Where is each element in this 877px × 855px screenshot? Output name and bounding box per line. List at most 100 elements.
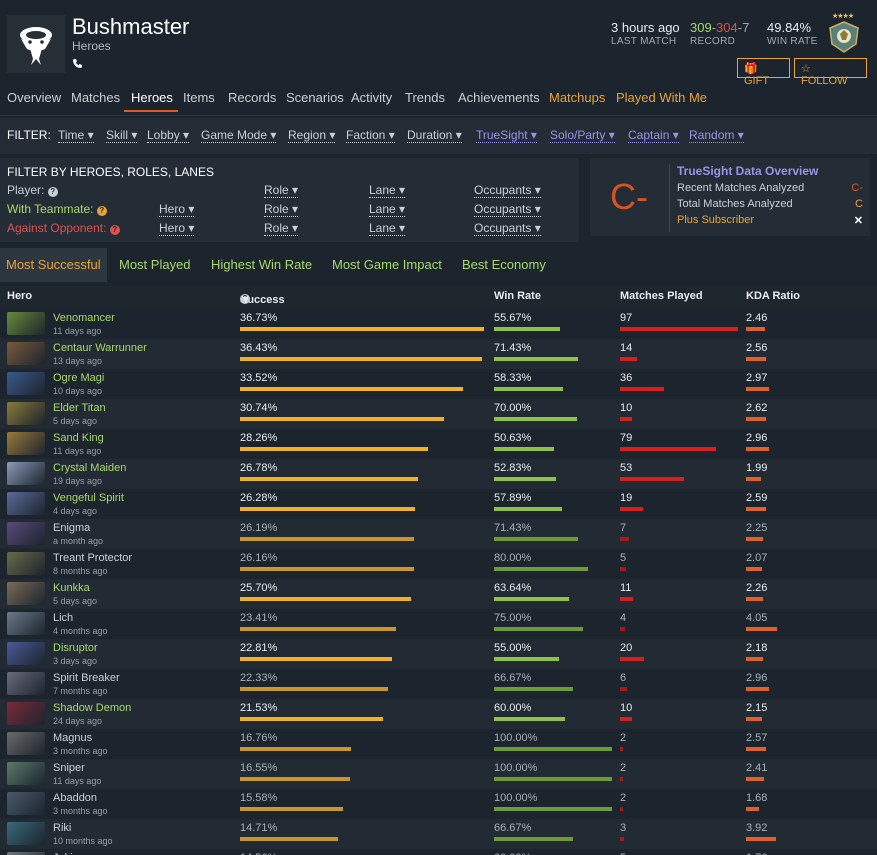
plus-subscriber-row[interactable]: Plus Subscriber ✕ [677,214,863,227]
filter-truesight[interactable]: TrueSight ▾ [476,128,537,143]
filter-captain[interactable]: Captain ▾ [628,128,679,143]
table-row[interactable]: Sand King 11 days ago 28.26% 50.63% 79 2.96 [0,429,877,459]
gift-button[interactable]: 🎁 GIFT [737,58,790,87]
follow-button[interactable]: ☆ FOLLOW [794,58,867,87]
filter-region[interactable]: Region ▾ [288,128,336,143]
hero-portrait-icon[interactable] [7,612,45,635]
table-row[interactable]: Elder Titan 5 days ago 30.74% 70.00% 10 2.62 [0,399,877,429]
hero-portrait-icon[interactable] [7,822,45,845]
tab-overview[interactable]: Overview [7,90,61,105]
table-row[interactable]: Sniper 11 days ago 16.55% 100.00% 2 2.41 [0,759,877,789]
hero-name[interactable]: Lich [53,612,73,624]
table-row[interactable]: Kunkka 5 days ago 25.70% 63.64% 11 2.26 [0,579,877,609]
filter-skill[interactable]: Skill ▾ [106,128,138,143]
tab-highest-win-rate[interactable]: Highest Win Rate [205,248,318,282]
help-icon[interactable]: ? [96,206,107,216]
hero-portrait-icon[interactable] [7,462,45,485]
win-rate-column-header[interactable]: Win Rate [494,290,541,302]
table-row[interactable]: Jakiro14.56%60.00%51.76 [0,849,877,855]
hero-portrait-icon[interactable] [7,342,45,365]
hero-name[interactable]: Crystal Maiden [53,462,126,474]
player-role-select[interactable]: Role ▾ [264,183,299,198]
table-row[interactable]: Ogre Magi 10 days ago 33.52% 58.33% 36 2.97 [0,369,877,399]
hero-name[interactable]: Spirit Breaker [53,672,120,684]
teammate-hero-select[interactable]: Hero ▾ [159,202,195,217]
hero-portrait-icon[interactable] [7,312,45,335]
hero-portrait-icon[interactable] [7,402,45,425]
tab-most-played[interactable]: Most Played [113,248,197,282]
table-row[interactable]: Riki 10 months ago 14.71% 66.67% 3 3.92 [0,819,877,849]
tab-heroes[interactable]: Heroes [131,90,173,105]
table-row[interactable]: Spirit Breaker 7 months ago 22.33% 66.67% 6 2… [0,669,877,699]
hero-name[interactable]: Vengeful Spirit [53,492,124,504]
table-row[interactable]: Vengeful Spirit 4 days ago 26.28% 57.89% 19 2… [0,489,877,519]
table-row[interactable]: Treant Protector 8 months ago 26.16% 80.00%… [0,549,877,579]
hero-column-header[interactable]: Hero [7,290,32,302]
tab-records[interactable]: Records [228,90,276,105]
kda-column-header[interactable]: KDA Ratio [746,290,800,302]
rank-medal-icon[interactable]: ★★★★ [826,12,862,54]
table-row[interactable]: Enigma a month ago 26.19% 71.43% 7 2.25 [0,519,877,549]
tab-activity[interactable]: Activity [351,90,392,105]
teammate-lane-select[interactable]: Lane ▾ [369,202,406,217]
tab-best-economy[interactable]: Best Economy [456,248,552,282]
hero-name[interactable]: Venomancer [53,312,115,324]
hero-name[interactable]: Magnus [53,732,92,744]
hero-portrait-icon[interactable] [7,792,45,815]
player-occupants-select[interactable]: Occupants ▾ [474,183,541,198]
hero-portrait-icon[interactable] [7,762,45,785]
tab-achievements[interactable]: Achievements [458,90,540,105]
hero-name[interactable]: Shadow Demon [53,702,131,714]
hero-name[interactable]: Sand King [53,432,104,444]
tab-items[interactable]: Items [183,90,215,105]
phone-icon[interactable] [72,58,83,72]
teammate-occupants-select[interactable]: Occupants ▾ [474,202,541,217]
hero-portrait-icon[interactable] [7,642,45,665]
hero-name[interactable]: Abaddon [53,792,97,804]
table-row[interactable]: Venomancer 11 days ago 36.73% 55.67% 97 2.46 [0,309,877,339]
tab-most-game-impact[interactable]: Most Game Impact [326,248,448,282]
tab-scenarios[interactable]: Scenarios [286,90,344,105]
hero-name[interactable]: Ogre Magi [53,372,104,384]
tab-most-successful[interactable]: Most Successful [0,248,107,282]
player-lane-select[interactable]: Lane ▾ [369,183,406,198]
opponent-hero-select[interactable]: Hero ▾ [159,221,195,236]
table-row[interactable]: Abaddon 3 months ago 15.58% 100.00% 2 1.68 [0,789,877,819]
table-row[interactable]: Crystal Maiden 19 days ago 26.78% 52.83% 53 1… [0,459,877,489]
close-icon[interactable]: ✕ [854,214,863,227]
filter-faction[interactable]: Faction ▾ [346,128,395,143]
help-icon[interactable]: ? [109,225,120,235]
tab-matches[interactable]: Matches [71,90,120,105]
hero-name[interactable]: Treant Protector [53,552,132,564]
hero-name[interactable]: Riki [53,822,71,834]
opponent-occupants-select[interactable]: Occupants ▾ [474,221,541,236]
hero-portrait-icon[interactable] [7,492,45,515]
hero-portrait-icon[interactable] [7,732,45,755]
opponent-lane-select[interactable]: Lane ▾ [369,221,406,236]
hero-name[interactable]: Kunkka [53,582,90,594]
table-row[interactable]: Disruptor 3 days ago 22.81% 55.00% 20 2.18 [0,639,877,669]
filter-duration[interactable]: Duration ▾ [407,128,462,143]
hero-name[interactable]: Elder Titan [53,402,106,414]
hero-portrait-icon[interactable] [7,432,45,455]
hero-portrait-icon[interactable] [7,522,45,545]
filter-random[interactable]: Random ▾ [689,128,744,143]
filter-lobby[interactable]: Lobby ▾ [147,128,190,143]
hero-name[interactable]: Sniper [53,762,85,774]
table-row[interactable]: Shadow Demon 24 days ago 21.53% 60.00% 10 2.1… [0,699,877,729]
hero-name[interactable]: Enigma [53,522,90,534]
hero-portrait-icon[interactable] [7,582,45,605]
filter-time[interactable]: Time ▾ [58,128,94,143]
tab-played-with-me[interactable]: Played With Me [616,90,707,105]
matches-column-header[interactable]: Matches Played [620,290,703,302]
opponent-role-select[interactable]: Role ▾ [264,221,299,236]
filter-game-mode[interactable]: Game Mode ▾ [201,128,277,143]
table-row[interactable]: Lich 4 months ago 23.41% 75.00% 4 4.05 [0,609,877,639]
hero-name[interactable]: Centaur Warrunner [53,342,147,354]
hero-portrait-icon[interactable] [7,372,45,395]
filter-solo-party[interactable]: Solo/Party ▾ [550,128,615,143]
avatar[interactable] [7,15,65,73]
hero-portrait-icon[interactable] [7,702,45,725]
table-row[interactable]: Centaur Warrunner 13 days ago 36.43% 71.43%… [0,339,877,369]
hero-portrait-icon[interactable] [7,552,45,575]
